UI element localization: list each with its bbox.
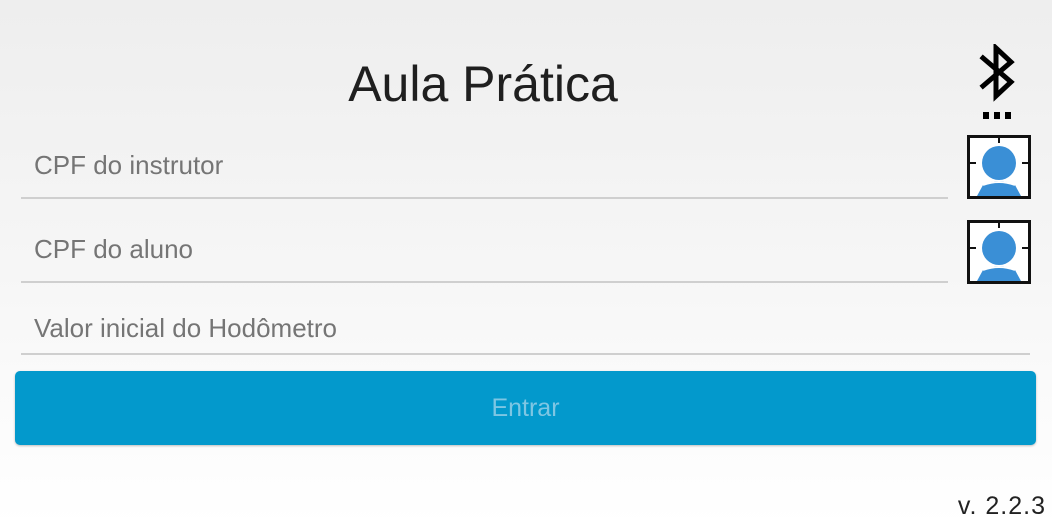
bluetooth-icon[interactable]	[974, 42, 1022, 124]
odometer-input[interactable]	[21, 303, 1030, 353]
odometer-field[interactable]	[21, 303, 1030, 355]
instructor-cpf-field[interactable]	[21, 134, 948, 199]
student-cpf-input[interactable]	[21, 218, 948, 281]
login-button[interactable]: Entrar	[15, 371, 1036, 445]
bluetooth-icon-graphic	[979, 42, 1015, 119]
version-label: v. 2.2.3	[957, 492, 1046, 520]
fingerprint-scan-icon	[970, 223, 1028, 281]
fingerprint-scan-icon	[970, 138, 1028, 196]
student-cpf-field[interactable]	[21, 218, 948, 283]
instructor-fingerprint-button[interactable]	[967, 135, 1031, 199]
page-title: Aula Prática	[348, 56, 618, 112]
instructor-cpf-input[interactable]	[21, 134, 948, 197]
student-fingerprint-button[interactable]	[967, 220, 1031, 284]
